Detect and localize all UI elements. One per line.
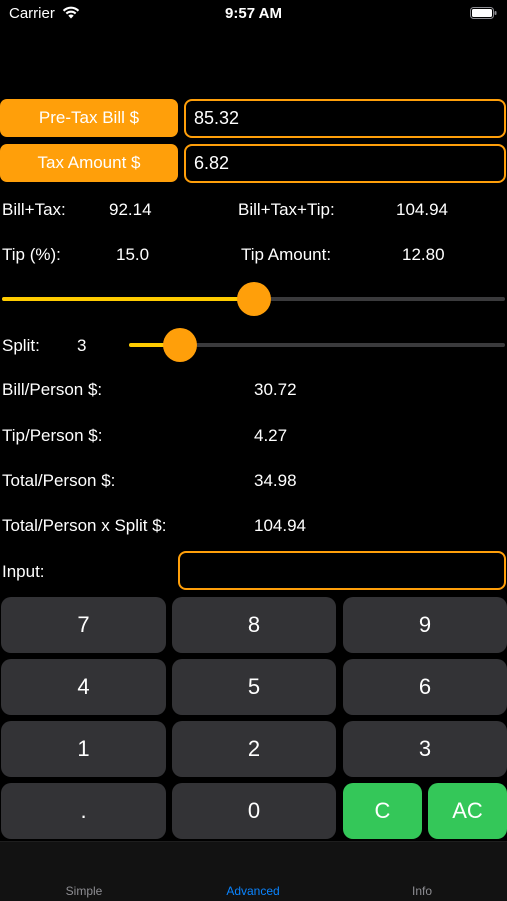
total-split-label: Total/Person x Split $: <box>2 516 167 535</box>
split-value: 3 <box>77 336 87 355</box>
tax-amount-field[interactable]: 6.82 <box>184 144 506 183</box>
key-8[interactable]: 8 <box>172 597 336 653</box>
key-5[interactable]: 5 <box>172 659 336 715</box>
key-2[interactable]: 2 <box>172 721 336 777</box>
pretax-bill-field[interactable]: 85.32 <box>184 99 506 138</box>
tip-amount-value: 12.80 <box>402 245 445 264</box>
tip-slider[interactable] <box>2 281 505 317</box>
key-1[interactable]: 1 <box>1 721 166 777</box>
key-4[interactable]: 4 <box>1 659 166 715</box>
bill-per-person-value: 30.72 <box>254 380 297 399</box>
bill-per-person-label: Bill/Person $: <box>2 380 103 399</box>
all-clear-button[interactable]: AC <box>428 783 507 839</box>
key-9[interactable]: 9 <box>343 597 507 653</box>
split-slider-thumb[interactable] <box>163 328 198 362</box>
split-label: Split: <box>2 336 40 355</box>
total-per-person-value: 34.98 <box>254 471 297 490</box>
tab-info[interactable]: Info <box>362 884 482 898</box>
pretax-bill-button[interactable]: Pre-Tax Bill $ <box>0 99 178 137</box>
tip-slider-fill <box>2 297 254 301</box>
tip-percent-label: Tip (%): <box>2 245 61 264</box>
total-per-person-label: Total/Person $: <box>2 471 116 490</box>
tip-per-person-label: Tip/Person $: <box>2 426 103 445</box>
tax-amount-button[interactable]: Tax Amount $ <box>0 144 178 182</box>
bill-tax-value: 92.14 <box>109 200 152 219</box>
input-label: Input: <box>2 562 45 581</box>
tip-slider-thumb[interactable] <box>236 282 271 316</box>
battery-icon <box>470 7 497 19</box>
tip-amount-label: Tip Amount: <box>241 245 332 264</box>
key-3[interactable]: 3 <box>343 721 507 777</box>
tip-per-person-value: 4.27 <box>254 426 288 445</box>
bill-tax-label: Bill+Tax: <box>2 200 66 219</box>
bill-tax-tip-label: Bill+Tax+Tip: <box>238 200 335 219</box>
key-decimal[interactable]: . <box>1 783 166 839</box>
bill-tax-tip-value: 104.94 <box>396 200 448 219</box>
split-slider[interactable] <box>129 327 505 363</box>
key-6[interactable]: 6 <box>343 659 507 715</box>
total-split-value: 104.94 <box>254 516 306 535</box>
clear-button[interactable]: C <box>343 783 422 839</box>
status-time: 9:57 AM <box>225 5 282 22</box>
key-0[interactable]: 0 <box>172 783 336 839</box>
tab-bar: Simple Advanced Info <box>0 841 507 901</box>
tab-simple[interactable]: Simple <box>24 884 144 898</box>
tip-percent-value: 15.0 <box>116 245 150 264</box>
input-field[interactable] <box>178 551 506 590</box>
tab-advanced[interactable]: Advanced <box>193 884 313 898</box>
key-7[interactable]: 7 <box>1 597 166 653</box>
